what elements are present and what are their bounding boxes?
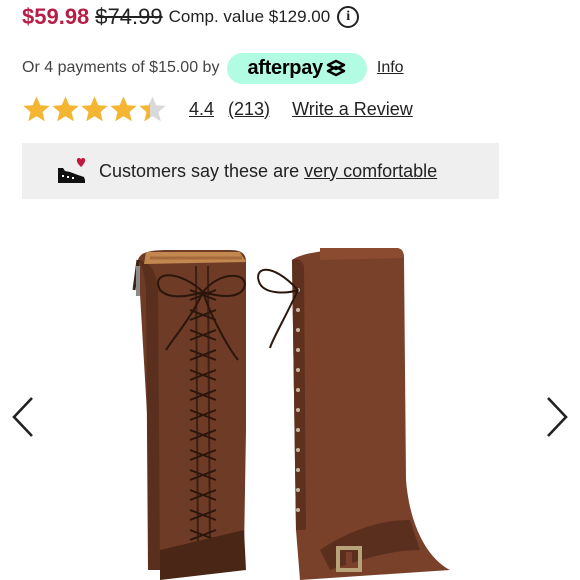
comp-value: Comp. value $129.00	[168, 7, 331, 26]
afterpay-badge[interactable]: afterpay	[227, 52, 367, 84]
chevron-left-icon[interactable]	[8, 394, 38, 440]
star-icon	[23, 96, 50, 121]
comfort-text: Customers say these are	[99, 160, 300, 181]
write-review-link[interactable]: Write a Review	[292, 99, 413, 120]
shoe-heart-icon	[58, 158, 86, 183]
star-rating[interactable]	[22, 95, 167, 124]
product-gallery	[0, 220, 580, 580]
info-icon[interactable]: i	[337, 6, 360, 28]
product-image[interactable]	[120, 230, 470, 580]
star-icon	[81, 96, 108, 121]
afterpay-info-link[interactable]: Info	[377, 59, 404, 77]
chevron-right-icon[interactable]	[542, 394, 572, 440]
comfort-link[interactable]: very comfortable	[304, 161, 437, 182]
rating-row: 4.4 (213) Write a Review	[22, 92, 413, 126]
afterpay-logo: afterpay	[247, 56, 323, 79]
payment-row: Or 4 payments of $15.00 by afterpay Info	[22, 52, 404, 84]
original-price: $74.99	[95, 4, 163, 29]
sale-price: $59.98	[22, 4, 90, 29]
star-icon	[139, 96, 166, 121]
comfort-callout: Customers say these are very comfortable	[22, 143, 499, 199]
review-count[interactable]: (213)	[228, 99, 270, 120]
price-row: $59.98 $74.99 Comp. value $129.00 i	[22, 0, 360, 34]
star-icon	[52, 96, 79, 121]
rating-value[interactable]: 4.4	[189, 99, 214, 120]
afterpay-arrows-icon	[326, 59, 346, 77]
star-icon	[110, 96, 137, 121]
installment-text: Or 4 payments of $15.00 by	[22, 59, 220, 76]
